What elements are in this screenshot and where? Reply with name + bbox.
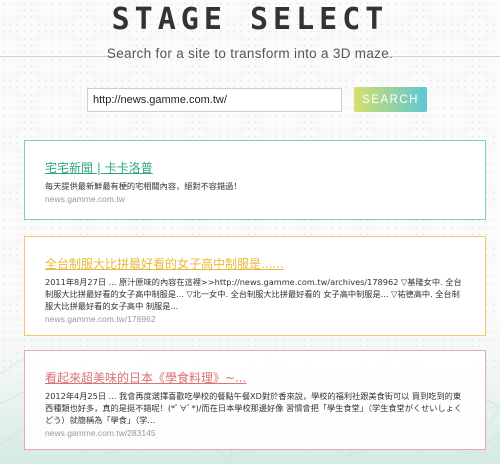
result-title-link[interactable]: 宅宅新聞 | 卡卡洛普 <box>45 159 153 176</box>
stage-select-page: STAGE SELECT Search for a site to transf… <box>0 0 500 464</box>
result-title-link[interactable]: 全台制服大比拼最好看的女子高中制服是...... <box>45 255 284 272</box>
search-button[interactable]: SEARCH <box>354 87 427 112</box>
result-card[interactable]: 宅宅新聞 | 卡卡洛普 每天提供最新鮮最有梗的宅相關內容，絕對不容錯過！ new… <box>24 140 486 220</box>
result-card[interactable]: 看起來超美味的日本《學食料理》~... 2012年4月25日 ... 我會再度選… <box>24 350 486 450</box>
result-url: news.gamme.com.tw/178962 <box>45 314 156 324</box>
result-description: 每天提供最新鮮最有梗的宅相關內容，絕對不容錯過！ <box>45 181 242 191</box>
subtitle-row: Search for a site to transform into a 3D… <box>0 46 500 66</box>
result-card[interactable]: 全台制服大比拼最好看的女子高中制服是...... 2011年8月27日 ... … <box>24 236 486 336</box>
subtitle-divider-right <box>388 56 500 57</box>
search-input[interactable] <box>87 88 342 112</box>
result-url: news.gamme.com.tw/283145 <box>45 428 156 438</box>
result-url: news.gamme.com.tw <box>45 194 125 204</box>
result-title-link[interactable]: 看起來超美味的日本《學食料理》~... <box>45 369 247 386</box>
page-title: STAGE SELECT <box>111 2 389 37</box>
result-description: 2012年4月25日 ... 我會再度選擇喜歡吃學校的餐點午餐XD對於香來說，學… <box>45 391 463 425</box>
result-description: 2011年8月27日 ... 原汁原味的內容在這裡>>http://news.g… <box>45 277 462 311</box>
page-subtitle: Search for a site to transform into a 3D… <box>106 46 394 61</box>
